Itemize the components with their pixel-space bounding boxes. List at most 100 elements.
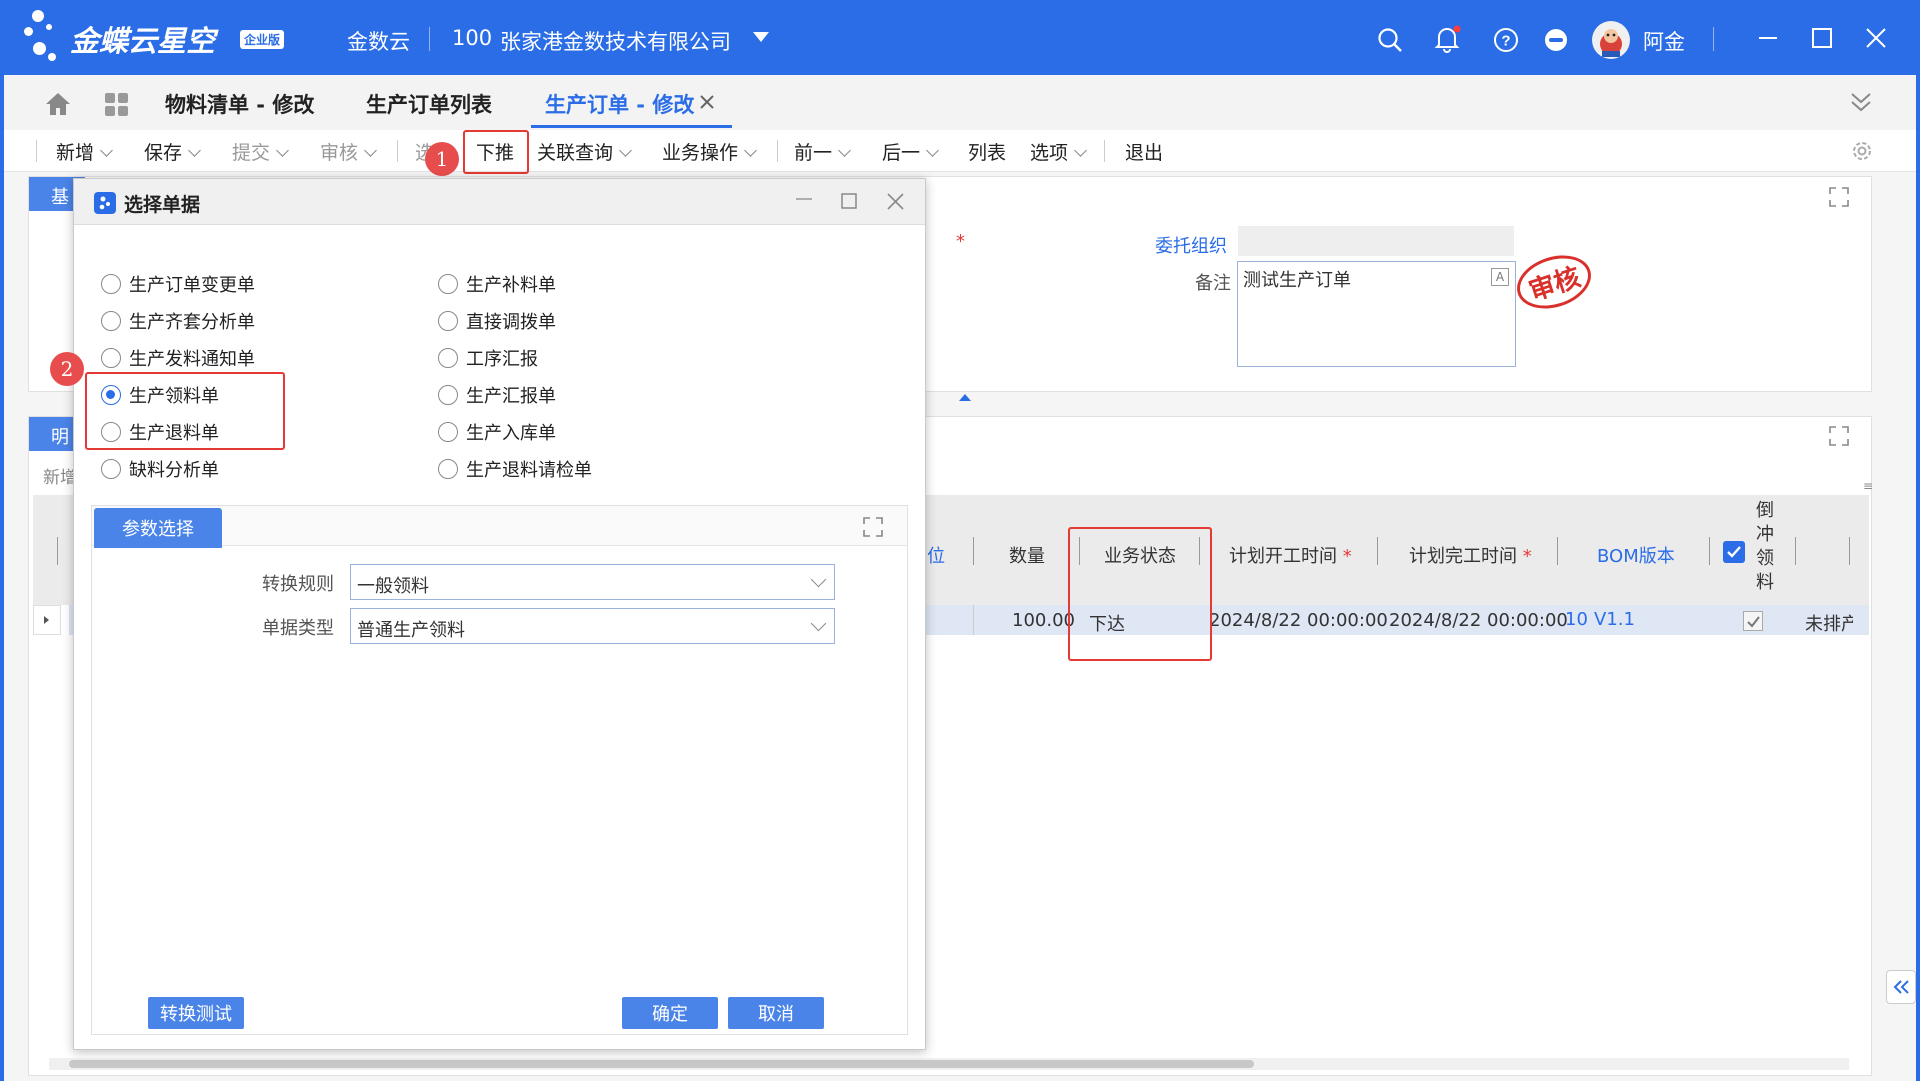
entrust-org-field[interactable] bbox=[1238, 226, 1514, 256]
tab-production-order-list[interactable]: 生产订单列表 bbox=[366, 89, 492, 119]
param-expand-icon[interactable] bbox=[863, 517, 883, 537]
conversion-rule-select[interactable]: 一般领料 bbox=[350, 564, 835, 600]
apps-grid-icon[interactable] bbox=[104, 92, 130, 118]
param-panel: 参数选择 转换规则 一般领料 单据类型 普通生产领料 bbox=[91, 505, 908, 1035]
radio-button[interactable] bbox=[101, 348, 121, 368]
home-icon[interactable] bbox=[44, 91, 72, 117]
org-name[interactable]: 张家港金数技术有限公司 bbox=[500, 26, 731, 56]
active-tab-indicator bbox=[531, 125, 732, 128]
audit-button[interactable]: 审核 bbox=[320, 138, 377, 165]
side-collapse-button[interactable] bbox=[1886, 970, 1916, 1004]
col-plan-end[interactable]: 计划完工时间 * bbox=[1409, 542, 1532, 568]
maximize-icon[interactable] bbox=[1810, 26, 1834, 50]
col-qty[interactable]: 数量 bbox=[1009, 542, 1045, 568]
options-button[interactable]: 选项 bbox=[1030, 138, 1087, 165]
option-return-inspection[interactable]: 生产退料请检单 bbox=[438, 456, 592, 482]
org-dropdown-icon[interactable] bbox=[752, 30, 770, 44]
chevron-down-icon bbox=[188, 144, 201, 157]
col-bom-version[interactable]: BOM版本 bbox=[1597, 542, 1675, 568]
dialog-header: 选择单据 bbox=[74, 179, 925, 225]
cancel-button[interactable]: 取消 bbox=[728, 997, 824, 1029]
next-button[interactable]: 后一 bbox=[882, 138, 939, 165]
expand-icon[interactable] bbox=[1829, 426, 1849, 446]
tab-bar: 物料清单 - 修改 生产订单列表 生产订单 - 修改 bbox=[4, 75, 1916, 130]
option-process-report[interactable]: 工序汇报 bbox=[438, 345, 538, 371]
option-production-stock-in[interactable]: 生产入库单 bbox=[438, 419, 556, 445]
scrollbar-thumb[interactable] bbox=[69, 1060, 1254, 1068]
radio-button[interactable] bbox=[101, 311, 121, 331]
more-icon[interactable] bbox=[1542, 26, 1570, 54]
radio-button[interactable] bbox=[438, 422, 458, 442]
option-supplement-picking[interactable]: 生产补料单 bbox=[438, 271, 556, 297]
radio-button[interactable] bbox=[101, 459, 121, 479]
ok-button[interactable]: 确定 bbox=[622, 997, 718, 1029]
divider bbox=[57, 537, 58, 565]
double-chevron-down-icon[interactable] bbox=[1849, 90, 1875, 116]
col-backflush[interactable]: 倒冲领料 bbox=[1755, 499, 1775, 595]
option-kitting-analysis[interactable]: 生产齐套分析单 bbox=[101, 308, 255, 334]
divider bbox=[1104, 140, 1105, 162]
tab-param-select[interactable]: 参数选择 bbox=[94, 508, 222, 548]
help-icon[interactable]: ? bbox=[1492, 26, 1520, 54]
option-shortage-analysis[interactable]: 缺料分析单 bbox=[101, 456, 219, 482]
radio-button[interactable] bbox=[438, 348, 458, 368]
radio-button[interactable] bbox=[438, 311, 458, 331]
option-production-order-change[interactable]: 生产订单变更单 bbox=[101, 271, 255, 297]
chevron-down-icon bbox=[276, 144, 289, 157]
row-plan-end[interactable]: 2024/8/22 00:00:00 bbox=[1389, 610, 1568, 631]
option-label: 工序汇报 bbox=[466, 349, 538, 370]
avatar[interactable] bbox=[1592, 21, 1630, 59]
org-code[interactable]: 100 bbox=[452, 26, 492, 50]
save-button[interactable]: 保存 bbox=[144, 138, 201, 165]
close-icon[interactable] bbox=[1864, 26, 1888, 50]
col-unit[interactable]: 位 bbox=[927, 542, 945, 568]
list-button[interactable]: 列表 bbox=[968, 138, 1006, 165]
backflush-checkbox-all[interactable] bbox=[1723, 541, 1745, 563]
prev-button[interactable]: 前一 bbox=[794, 138, 851, 165]
text-editor-icon[interactable]: A bbox=[1491, 268, 1509, 286]
expand-icon[interactable] bbox=[1829, 187, 1849, 207]
row-plan-start[interactable]: 2024/8/22 00:00:00 bbox=[1209, 610, 1388, 631]
row-backflush-checkbox[interactable] bbox=[1743, 611, 1763, 631]
bell-icon[interactable] bbox=[1432, 24, 1462, 54]
horizontal-scrollbar[interactable] bbox=[49, 1058, 1849, 1070]
chevron-down-icon bbox=[1074, 144, 1087, 157]
row-indicator[interactable] bbox=[33, 605, 61, 635]
bill-type-select[interactable]: 普通生产领料 bbox=[350, 608, 835, 644]
user-name[interactable]: 阿金 bbox=[1643, 26, 1685, 56]
row-schedule-status[interactable]: 未排产 bbox=[1805, 610, 1853, 636]
dialog-maximize-icon[interactable] bbox=[840, 192, 860, 212]
tab-close-icon[interactable] bbox=[699, 94, 717, 112]
option-issue-notice[interactable]: 生产发料通知单 bbox=[101, 345, 255, 371]
radio-button[interactable] bbox=[438, 274, 458, 294]
related-query-button[interactable]: 关联查询 bbox=[537, 138, 632, 165]
exit-button[interactable]: 退出 bbox=[1125, 138, 1163, 165]
radio-button[interactable] bbox=[438, 459, 458, 479]
row-qty[interactable]: 100.00 bbox=[1012, 610, 1075, 631]
new-row-button[interactable]: 新增 bbox=[43, 463, 77, 488]
col-plan-start[interactable]: 计划开工时间 * bbox=[1229, 542, 1352, 568]
chevron-down-icon bbox=[744, 144, 757, 157]
dialog-close-icon[interactable] bbox=[886, 192, 906, 212]
radio-button[interactable] bbox=[101, 274, 121, 294]
tab-production-order-edit[interactable]: 生产订单 - 修改 bbox=[545, 89, 694, 119]
minimize-icon[interactable] bbox=[1756, 26, 1780, 50]
cloud-name[interactable]: 金数云 bbox=[347, 26, 410, 56]
row-bom-version[interactable]: V1.1 bbox=[1594, 609, 1635, 630]
search-icon[interactable] bbox=[1376, 26, 1404, 54]
radio-button[interactable] bbox=[438, 385, 458, 405]
dialog-minimize-icon[interactable] bbox=[794, 189, 814, 209]
bill-type-label: 单据类型 bbox=[262, 618, 334, 639]
collapse-arrow-icon[interactable] bbox=[959, 394, 971, 401]
business-ops-button[interactable]: 业务操作 bbox=[662, 138, 757, 165]
row-bom-no[interactable]: 10 bbox=[1565, 609, 1588, 630]
grid-menu-icon[interactable]: ≡ bbox=[1863, 479, 1873, 493]
new-button[interactable]: 新增 bbox=[56, 138, 113, 165]
tab-bom-edit[interactable]: 物料清单 - 修改 bbox=[165, 89, 314, 119]
option-direct-transfer[interactable]: 直接调拨单 bbox=[438, 308, 556, 334]
note-field[interactable]: 测试生产订单 A bbox=[1237, 261, 1516, 367]
settings-gear-icon[interactable] bbox=[1850, 139, 1874, 163]
convert-test-button[interactable]: 转换测试 bbox=[148, 997, 244, 1029]
option-production-report[interactable]: 生产汇报单 bbox=[438, 382, 556, 408]
submit-button[interactable]: 提交 bbox=[232, 138, 289, 165]
